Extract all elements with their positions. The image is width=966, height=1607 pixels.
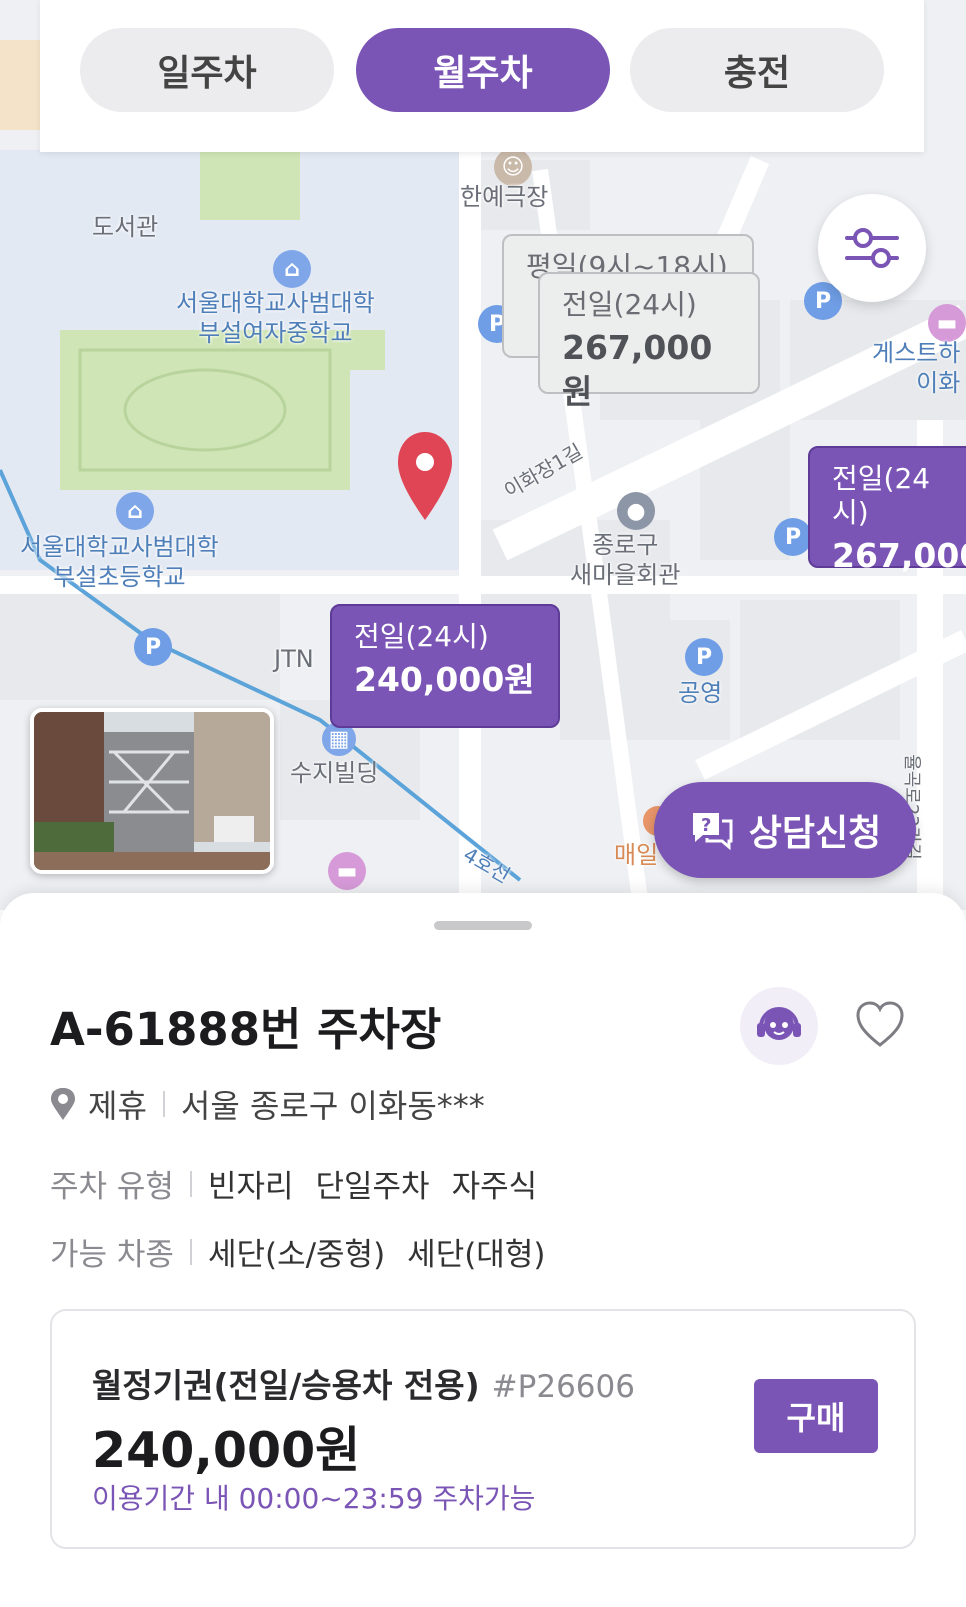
parking-lot-photo[interactable] [30,708,274,874]
divider [162,1091,165,1117]
favorite-heart-icon[interactable] [852,997,908,1053]
svg-text:?: ? [701,815,711,836]
map-label-community-center: 종로구 새마을회관 [570,531,681,589]
map-label-library: 도서관 [92,213,159,241]
price-card-selected[interactable]: 전일(24시) 240,000원 [330,604,560,728]
map-label-elementary-school: 서울대학교사범대학 부설초등학교 [20,533,219,591]
parking-icon[interactable]: P [774,518,812,556]
parking-type-row: 주차 유형 빈자리 단일주차 자주식 [50,1161,559,1206]
tab-charging[interactable]: 충전 [630,28,884,112]
vehicle-type-value: 세단(대형) [407,1237,546,1273]
location-pin-icon [51,1088,75,1120]
price-card-period: 전일(24시) [354,620,489,653]
ticket-name-line: 월정기권(전일/승용차 전용) #P26606 [92,1359,635,1407]
monthly-ticket-card: 월정기권(전일/승용차 전용) #P26606 240,000원 이용기간 내 0… [50,1309,916,1549]
map-label-maeil: 매일 [614,841,659,869]
filter-button[interactable] [818,194,926,302]
ticket-price: 240,000원 [92,1422,361,1479]
price-card-fullday-right[interactable]: 전일(24시) 267,000 [808,446,966,575]
ticket-code: #P26606 [491,1369,635,1405]
parking-type-tabs: 일주차 월주차 충전 [40,0,924,152]
map-label-girls-middle-school: 서울대학교사범대학 부설여자중학교 [176,289,375,347]
drag-handle[interactable] [434,921,532,930]
consult-request-label: 상담신청 [748,813,882,854]
parking-type-value: 빈자리 [207,1169,294,1205]
parking-icon[interactable]: P [685,638,723,676]
guesthouse-icon: ▬ [928,304,966,342]
parking-detail-sheet: A-61888번 주차장 제휴 서울 종로구 이화동*** 주차 유형 빈자리 … [0,893,966,1607]
location-row: 제휴 서울 종로구 이화동*** [50,1081,485,1127]
divider [189,1238,192,1265]
map-label-public-parking: 공영 [678,679,723,707]
map-label-guesthouse: 게스트하 이화 [872,339,961,397]
parking-lot-title: A-61888번 주차장 [50,1003,442,1056]
price-card-price: 267,000원 [562,328,713,411]
ticket-name: 월정기권(전일/승용차 전용) [92,1366,480,1405]
community-center-icon: ● [617,492,655,530]
vehicle-type-row: 가능 차종 세단(소/중형) 세단(대형) [50,1229,567,1274]
map-label-theater: 한예극장 [460,183,549,211]
partner-tag: 제휴 [88,1087,147,1125]
divider [189,1170,192,1197]
vehicle-type-key: 가능 차종 [50,1237,174,1273]
agent-icon [757,1007,801,1040]
agent-chat-button[interactable] [740,987,818,1065]
map-label-jtn: JTN [274,645,314,673]
parking-type-key: 주차 유형 [50,1169,174,1205]
theater-icon: ☺ [494,148,532,186]
parking-type-value: 자주식 [451,1169,538,1205]
parking-type-value: 단일주차 [315,1169,430,1205]
parking-lot-photo-image [34,712,270,870]
consult-request-button[interactable]: ? 상담신청 [654,782,916,878]
hotel-icon: ▬ [328,852,366,890]
vehicle-type-value: 세단(소/중형) [207,1237,386,1273]
filter-icon [845,228,899,268]
parking-icon[interactable]: P [134,628,172,666]
address-text: 서울 종로구 이화동*** [180,1087,485,1125]
price-card-period: 전일(24시) [562,288,697,321]
school-icon: ⌂ [273,250,311,288]
chat-question-icon: ? [692,813,733,851]
school-icon: ⌂ [116,492,154,530]
buy-button[interactable]: 구매 [754,1379,878,1453]
price-card-period: 전일(24시) [832,462,931,529]
price-card-fullday[interactable]: 전일(24시) 267,000원 [538,272,760,411]
map-label-building: 수지빌딩 [290,759,379,787]
price-card-price: 267,000 [832,536,966,575]
ticket-usage-note: 이용기간 내 00:00~23:59 주차가능 [92,1482,536,1515]
price-card-price: 240,000원 [354,660,535,699]
tab-monthly-parking[interactable]: 월주차 [356,28,610,112]
tab-daily-parking[interactable]: 일주차 [80,28,334,112]
